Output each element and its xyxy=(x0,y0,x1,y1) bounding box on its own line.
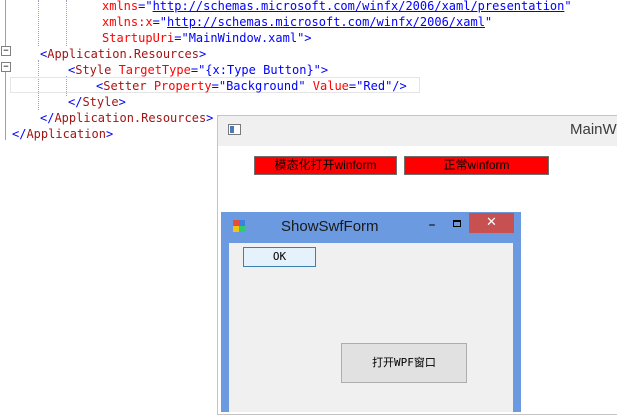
main-window-title: MainW xyxy=(570,121,617,138)
form-app-icon xyxy=(233,220,246,233)
showswfform-client-area: OK 打开WPF窗口 xyxy=(229,243,513,412)
code-token: Value xyxy=(305,79,349,93)
main-window-titlebar[interactable]: MainW xyxy=(218,116,617,146)
code-token: xmlns xyxy=(102,0,139,13)
code-token: > xyxy=(198,47,207,61)
code-token: "/> xyxy=(385,79,407,93)
code-token: =" xyxy=(190,63,206,77)
code-token: =" xyxy=(174,31,189,45)
code-token: http://schemas.microsoft.com/winfx/2006/… xyxy=(167,15,485,29)
code-line[interactable]: </Style> xyxy=(68,94,126,110)
collapse-resources-icon[interactable]: − xyxy=(1,46,11,56)
code-line[interactable]: StartupUri="MainWindow.xaml"> xyxy=(102,30,312,46)
showswfform-window[interactable]: ShowSwfForm – ✕ OK 打开WPF窗口 xyxy=(221,212,521,412)
code-token: > xyxy=(206,111,214,125)
code-token: > xyxy=(118,95,126,109)
code-line[interactable]: xmlns="http://schemas.microsoft.com/winf… xyxy=(102,0,572,14)
showswfform-title: ShowSwfForm xyxy=(281,218,379,235)
code-line[interactable]: xmlns:x="http://schemas.microsoft.com/wi… xyxy=(102,14,492,30)
code-token: </ xyxy=(40,111,55,125)
code-token: =" xyxy=(211,79,227,93)
collapse-style-icon[interactable]: − xyxy=(1,62,11,72)
code-token: Application.Resources xyxy=(47,47,199,61)
code-token: </ xyxy=(68,95,83,109)
code-token: Background xyxy=(226,79,299,93)
code-token: =" xyxy=(348,79,364,93)
code-token: "> xyxy=(297,31,312,45)
code-line[interactable]: <Style TargetType="{x:Type Button}"> xyxy=(68,62,328,78)
code-token: Setter xyxy=(103,79,147,93)
code-token: {x:Type Button} xyxy=(205,63,314,77)
code-line[interactable]: <Setter Property="Background" Value="Red… xyxy=(96,78,407,94)
indent-guide xyxy=(38,0,39,46)
indent-guide xyxy=(66,0,67,46)
code-token: Application.Resources xyxy=(54,111,207,125)
code-token: "> xyxy=(313,63,329,77)
code-token: Style xyxy=(82,95,119,109)
code-token: =" xyxy=(138,0,153,13)
normal-winform-button[interactable]: 正常winform xyxy=(404,156,549,175)
modal-open-winform-button[interactable]: 模态化打开winform xyxy=(254,156,397,175)
code-token: " xyxy=(564,0,572,13)
code-token: Style xyxy=(75,63,112,77)
code-token: StartupUri xyxy=(102,31,175,45)
code-token: TargetType xyxy=(111,63,191,77)
window-app-icon xyxy=(228,124,241,135)
code-token: Property xyxy=(146,79,212,93)
outline-line xyxy=(5,0,6,46)
code-token: " xyxy=(484,15,493,29)
code-token: Red xyxy=(363,79,386,93)
code-token: xmlns:x xyxy=(102,15,153,29)
code-token: http://schemas.microsoft.com/winfx/2006/… xyxy=(152,0,565,13)
ok-button[interactable]: OK xyxy=(243,247,316,267)
code-token: =" xyxy=(152,15,168,29)
code-line[interactable]: <Application.Resources> xyxy=(40,46,206,62)
code-line[interactable]: </Application.Resources> xyxy=(40,110,213,126)
outline-line xyxy=(5,72,6,140)
code-token: " xyxy=(298,79,306,93)
code-line[interactable]: </Application> xyxy=(12,126,113,142)
open-wpf-window-button[interactable]: 打开WPF窗口 xyxy=(341,343,467,383)
close-icon[interactable]: ✕ xyxy=(469,213,514,233)
minimize-icon[interactable]: – xyxy=(423,216,441,234)
maximize-icon[interactable] xyxy=(449,216,467,234)
code-token: </ xyxy=(12,127,27,141)
code-token: > xyxy=(105,127,114,141)
code-token: Application xyxy=(26,127,106,141)
code-token: MainWindow.xaml xyxy=(188,31,298,45)
